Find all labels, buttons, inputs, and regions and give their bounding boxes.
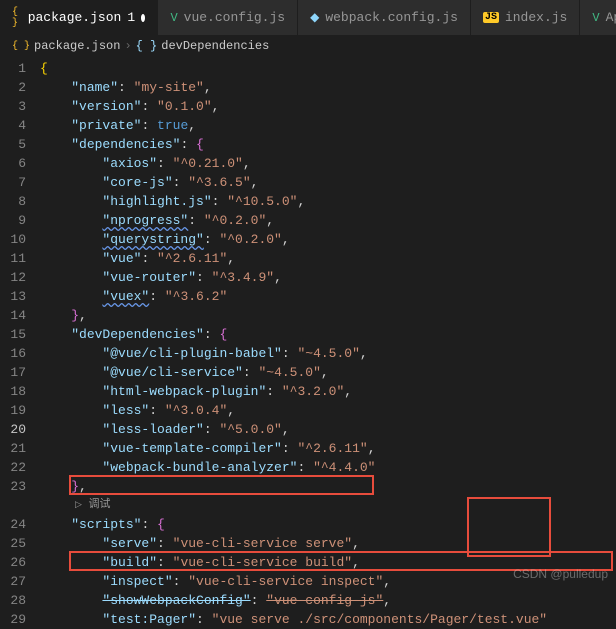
tab-label: package.json: [28, 10, 122, 25]
tab-label: vue.config.js: [184, 10, 285, 25]
tab-label: webpack.config.js: [325, 10, 458, 25]
json-icon: { }: [12, 7, 22, 29]
line-gutter: 1234567891011121314151617181920212223242…: [0, 57, 40, 629]
webpack-icon: ◆: [310, 10, 319, 25]
vue-icon: V: [170, 11, 177, 25]
json-icon: { }: [12, 41, 30, 52]
vue-icon: V: [592, 11, 599, 25]
breadcrumb-symbol: devDependencies: [161, 39, 269, 53]
tab-app-vue[interactable]: V App.vue: [580, 0, 616, 35]
tab-label: index.js: [505, 10, 567, 25]
breadcrumb-file: package.json: [34, 39, 120, 53]
chevron-right-icon: ›: [124, 39, 131, 53]
tab-vue-config[interactable]: V vue.config.js: [158, 0, 298, 35]
code-editor[interactable]: 1234567891011121314151617181920212223242…: [0, 57, 616, 629]
tab-dirty-indicator: 1: [127, 10, 135, 25]
tab-index-js[interactable]: JS index.js: [471, 0, 580, 35]
tab-label: App.vue: [606, 10, 616, 25]
code-area[interactable]: { "name": "my-site", "version": "0.1.0",…: [40, 57, 616, 629]
breadcrumb-brace: { }: [136, 39, 158, 53]
close-icon[interactable]: [141, 14, 145, 22]
codelens-debug[interactable]: ▷ 调试: [40, 496, 616, 515]
js-icon: JS: [483, 12, 499, 23]
tab-package-json[interactable]: { } package.json 1: [0, 0, 158, 35]
breadcrumb[interactable]: { } package.json › { } devDependencies: [0, 35, 616, 57]
tab-bar: { } package.json 1 V vue.config.js ◆ web…: [0, 0, 616, 35]
tab-webpack-config[interactable]: ◆ webpack.config.js: [298, 0, 471, 35]
